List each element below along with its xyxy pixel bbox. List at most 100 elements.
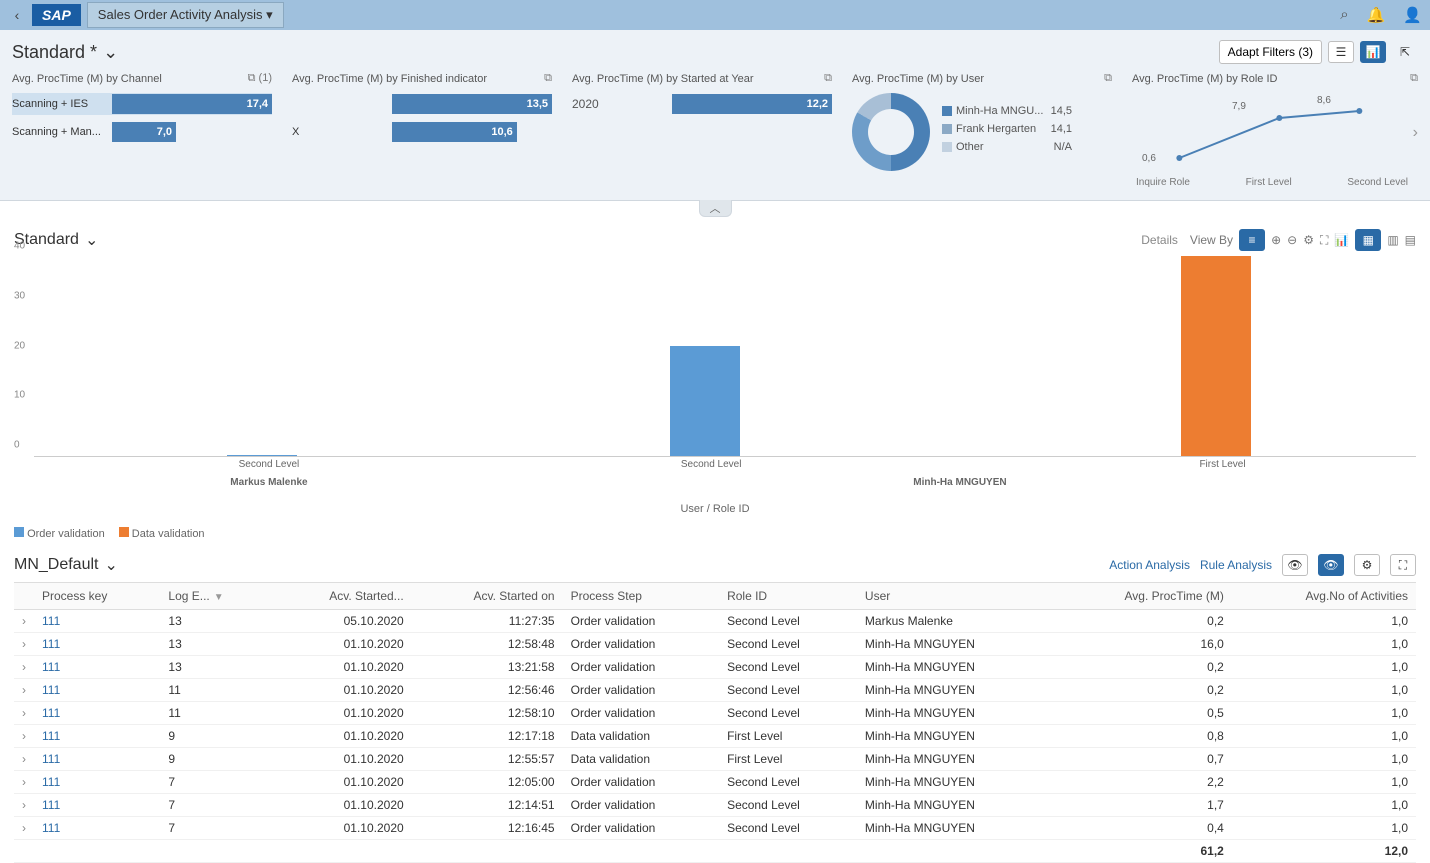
col-date[interactable]: Acv. Started... [271,583,412,610]
process-key-link[interactable]: 111 [42,637,60,651]
share-button[interactable]: ⇱ [1392,41,1418,63]
search-icon[interactable]: ⌕ [1340,6,1348,24]
expand-cell[interactable]: › [14,656,34,679]
popout-icon[interactable]: ⧉ [544,72,552,85]
process-key-link[interactable]: 111 [42,614,60,628]
collapse-button[interactable]: ︿ [699,200,732,217]
table-row[interactable]: ›111901.10.202012:55:57Data validationFi… [14,748,1416,771]
fullscreen-icon[interactable]: ⛶ [1320,233,1328,248]
table-variant[interactable]: MN_Default ⌄ [14,555,118,575]
chart-bar-2[interactable] [670,346,740,456]
expand-cell[interactable]: › [14,725,34,748]
table-row[interactable]: ›1111301.10.202012:58:48Order validation… [14,633,1416,656]
popout-icon[interactable]: ⧉ [1410,72,1418,85]
zoom-in-icon[interactable]: ⊕ [1271,233,1281,247]
process-key-link[interactable]: 111 [42,752,60,766]
settings-icon[interactable]: ⚙ [1303,233,1314,247]
variant-name: Standard * [12,42,97,63]
adapt-filters-button[interactable]: Adapt Filters (3) [1219,40,1322,64]
table-row[interactable]: ›1111301.10.202013:21:58Order validation… [14,656,1416,679]
column-chart-icon[interactable]: ▥ [1387,233,1398,247]
page-title-dropdown[interactable]: Sales Order Activity Analysis ▾ [87,2,284,28]
legend-row[interactable]: OtherN/A [942,141,1072,153]
chart-bar-3[interactable] [1181,256,1251,456]
main-chart[interactable]: 0 10 20 30 40 [34,257,1416,457]
col-process-key[interactable]: Process key [34,583,160,610]
process-key-link[interactable]: 111 [42,729,60,743]
chart-variant[interactable]: Standard ⌄ [14,230,98,250]
col-role[interactable]: Role ID [719,583,857,610]
bar-row[interactable]: X 10,6 [292,121,552,143]
eye-button[interactable]: 👁 [1282,554,1308,576]
popout-icon[interactable]: ⧉ [824,72,832,85]
popout-icon[interactable]: ⧉ (1) [248,72,272,85]
chart-bar-1[interactable] [227,455,297,456]
user-icon[interactable]: 👤 [1403,6,1422,24]
view-list-button[interactable]: ☰ [1328,41,1354,63]
table-row[interactable]: ›111701.10.202012:05:00Order validationS… [14,771,1416,794]
table-row[interactable]: ›111701.10.202012:16:45Order validationS… [14,817,1416,840]
expand-cell[interactable]: › [14,817,34,840]
line-val-2: 7,9 [1232,101,1246,112]
col-user[interactable]: User [857,583,1053,610]
action-analysis-link[interactable]: Action Analysis [1109,558,1190,572]
zoom-out-icon[interactable]: ⊖ [1287,233,1297,247]
legend-row[interactable]: Frank Hergarten14,1 [942,123,1072,135]
cell-key: 111 [34,725,160,748]
col-step[interactable]: Process Step [563,583,719,610]
expand-cell[interactable]: › [14,633,34,656]
next-icon[interactable]: › [1413,124,1418,142]
expand-cell[interactable]: › [14,748,34,771]
bar-chart-icon[interactable]: 📊 [1334,233,1349,247]
chevron-down-icon: ⌄ [85,230,98,250]
cell-user: Minh-Ha MNGUYEN [857,771,1053,794]
table-row[interactable]: ›1111101.10.202012:58:10Order validation… [14,702,1416,725]
table-header-row: Process key Log E...▼ Acv. Started... Ac… [14,583,1416,610]
line-chart[interactable]: 0,6 7,9 8,6 [1132,93,1407,173]
process-key-link[interactable]: 111 [42,798,60,812]
eye-off-button[interactable]: 👁 [1318,554,1344,576]
kpi-role: Avg. ProcTime (M) by Role ID ⧉ 0,6 7,9 8… [1132,72,1418,188]
table-row[interactable]: ›1111101.10.202012:56:46Order validation… [14,679,1416,702]
table-settings-button[interactable]: ⚙ [1354,554,1380,576]
expand-cell[interactable]: › [14,794,34,817]
bar-row[interactable]: 13,5 [292,93,552,115]
col-time[interactable]: Acv. Started on [412,583,563,610]
chart-type-button[interactable]: ▦ [1355,229,1381,251]
process-key-link[interactable]: 111 [42,683,60,697]
bar-row[interactable]: 2020 12,2 [572,93,832,115]
table-row[interactable]: ›111901.10.202012:17:18Data validationFi… [14,725,1416,748]
process-key-link[interactable]: 111 [42,821,60,835]
table-fullscreen-button[interactable]: ⛶ [1390,554,1416,576]
expand-cell[interactable]: › [14,702,34,725]
table-icon[interactable]: ▤ [1405,233,1416,247]
cell-user: Minh-Ha MNGUYEN [857,702,1053,725]
rule-analysis-link[interactable]: Rule Analysis [1200,558,1272,572]
popout-icon[interactable]: ⧉ [1104,72,1112,85]
bar-row[interactable]: Scanning + Man... 7,0 [12,121,272,143]
col-act[interactable]: Avg.No of Activities [1232,583,1416,610]
bar-row-selected[interactable]: Scanning + IES 17,4 [12,93,272,115]
legend-row[interactable]: Minh-Ha MNGU...14,5 [942,105,1072,117]
expand-cell[interactable]: › [14,771,34,794]
cell-log: 11 [160,679,271,702]
donut-chart[interactable] [852,93,930,171]
view-chart-button[interactable]: 📊 [1360,41,1386,63]
expand-cell[interactable]: › [14,679,34,702]
process-key-link[interactable]: 111 [42,775,60,789]
back-button[interactable]: ‹ [8,6,26,24]
col-proc[interactable]: Avg. ProcTime (M) [1053,583,1232,610]
viewby-list-button[interactable]: ≡ [1239,229,1265,251]
table-row[interactable]: ›1111305.10.202011:27:35Order validation… [14,610,1416,633]
variant-selector[interactable]: Standard * ⌄ [12,42,118,63]
filter-icon[interactable]: ▼ [214,592,224,603]
col-log[interactable]: Log E...▼ [160,583,271,610]
process-key-link[interactable]: 111 [42,706,60,720]
table-row[interactable]: ›111701.10.202012:14:51Order validationS… [14,794,1416,817]
kpi-channel: Avg. ProcTime (M) by Channel ⧉ (1) Scann… [12,72,272,188]
details-button[interactable]: Details [1141,233,1178,247]
donut-legend: Minh-Ha MNGU...14,5 Frank Hergarten14,1 … [942,105,1072,159]
expand-cell[interactable]: › [14,610,34,633]
notification-icon[interactable]: 🔔 [1367,6,1386,24]
process-key-link[interactable]: 111 [42,660,60,674]
